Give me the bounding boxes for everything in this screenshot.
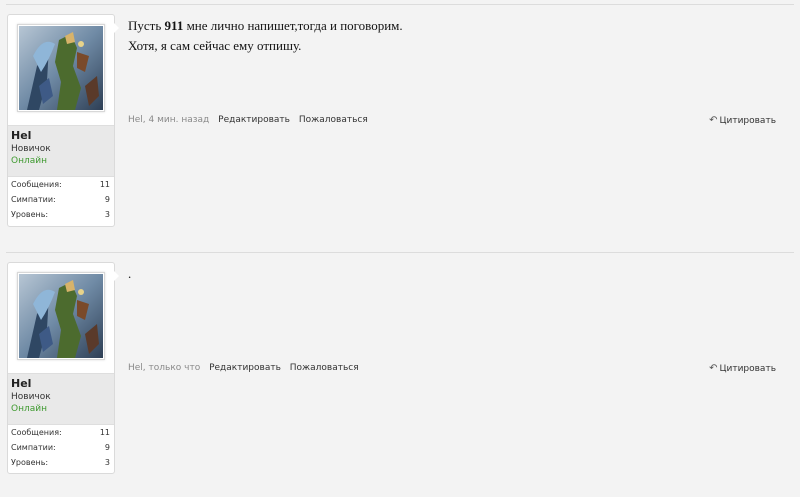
quote-label: Цитировать — [719, 364, 776, 374]
post-meta: Hel, 4 мин. назад Редактировать Пожалова… — [128, 115, 368, 125]
post-meta: Hel, только что Редактировать Пожаловать… — [128, 363, 359, 373]
message-bold-text: 911 — [164, 18, 184, 33]
user-stats: Сообщения: 11 Симпатии: 9 Уровень: 3 — [11, 428, 110, 473]
stat-messages: Сообщения: 11 — [11, 428, 110, 443]
stat-level: Уровень: 3 — [11, 210, 110, 225]
stat-label: Симпатии: — [11, 195, 56, 204]
reply-arrow-icon: ↶ — [709, 115, 718, 126]
author-time-link[interactable]: Hel, 4 мин. назад — [128, 115, 209, 125]
reply-arrow-icon: ↶ — [709, 363, 718, 374]
stat-value[interactable]: 3 — [105, 458, 110, 467]
stat-likes: Симпатии: 9 — [11, 443, 110, 458]
username[interactable]: Hel — [11, 129, 31, 142]
quote-button[interactable]: ↶ Цитировать — [709, 363, 776, 374]
stat-value[interactable]: 9 — [105, 443, 110, 452]
stat-label: Симпатии: — [11, 443, 56, 452]
stat-label: Уровень: — [11, 458, 49, 467]
online-status: Онлайн — [11, 156, 47, 166]
edit-link[interactable]: Редактировать — [218, 115, 290, 125]
user-card: Hel Новичок Онлайн Сообщения: 11 Симпати… — [7, 14, 115, 227]
user-info: Hel Новичок Онлайн — [8, 373, 114, 425]
post-1: Hel Новичок Онлайн Сообщения: 11 Симпати… — [0, 0, 800, 245]
user-card: Hel Новичок Онлайн Сообщения: 11 Симпати… — [7, 262, 115, 474]
message-text: Хотя, я сам сейчас ему отпишу. — [128, 38, 302, 53]
stat-likes: Симпатии: 9 — [11, 195, 110, 210]
speech-arrow — [113, 22, 119, 34]
post-message: Пусть 911 мне лично напишет,тогда и пого… — [128, 16, 403, 56]
stat-value[interactable]: 11 — [100, 180, 110, 189]
stat-value[interactable]: 3 — [105, 210, 110, 219]
stat-value[interactable]: 11 — [100, 428, 110, 437]
avatar[interactable] — [17, 272, 105, 360]
stat-label: Уровень: — [11, 210, 49, 219]
message-text: . — [128, 266, 132, 281]
user-title: Новичок — [11, 392, 51, 402]
user-title: Новичок — [11, 144, 51, 154]
user-info: Hel Новичок Онлайн — [8, 125, 114, 177]
quote-label: Цитировать — [719, 116, 776, 126]
stat-label: Сообщения: — [11, 180, 62, 189]
stat-messages: Сообщения: 11 — [11, 180, 110, 195]
avatar-image[interactable] — [19, 274, 103, 358]
quote-button[interactable]: ↶ Цитировать — [709, 115, 776, 126]
speech-arrow — [113, 270, 119, 282]
username[interactable]: Hel — [11, 377, 31, 390]
edit-link[interactable]: Редактировать — [209, 363, 281, 373]
stat-level: Уровень: 3 — [11, 458, 110, 473]
online-status: Онлайн — [11, 404, 47, 414]
post-message: . — [128, 264, 131, 284]
post-2: Hel Новичок Онлайн Сообщения: 11 Симпати… — [0, 248, 800, 497]
report-link[interactable]: Пожаловаться — [290, 363, 359, 373]
stat-label: Сообщения: — [11, 428, 62, 437]
avatar-image[interactable] — [19, 26, 103, 110]
author-time-link[interactable]: Hel, только что — [128, 363, 200, 373]
stat-value[interactable]: 9 — [105, 195, 110, 204]
report-link[interactable]: Пожаловаться — [299, 115, 368, 125]
avatar[interactable] — [17, 24, 105, 112]
user-stats: Сообщения: 11 Симпатии: 9 Уровень: 3 — [11, 180, 110, 225]
message-text: мне лично напишет,тогда и поговорим. — [183, 18, 403, 33]
message-text: Пусть — [128, 18, 165, 33]
